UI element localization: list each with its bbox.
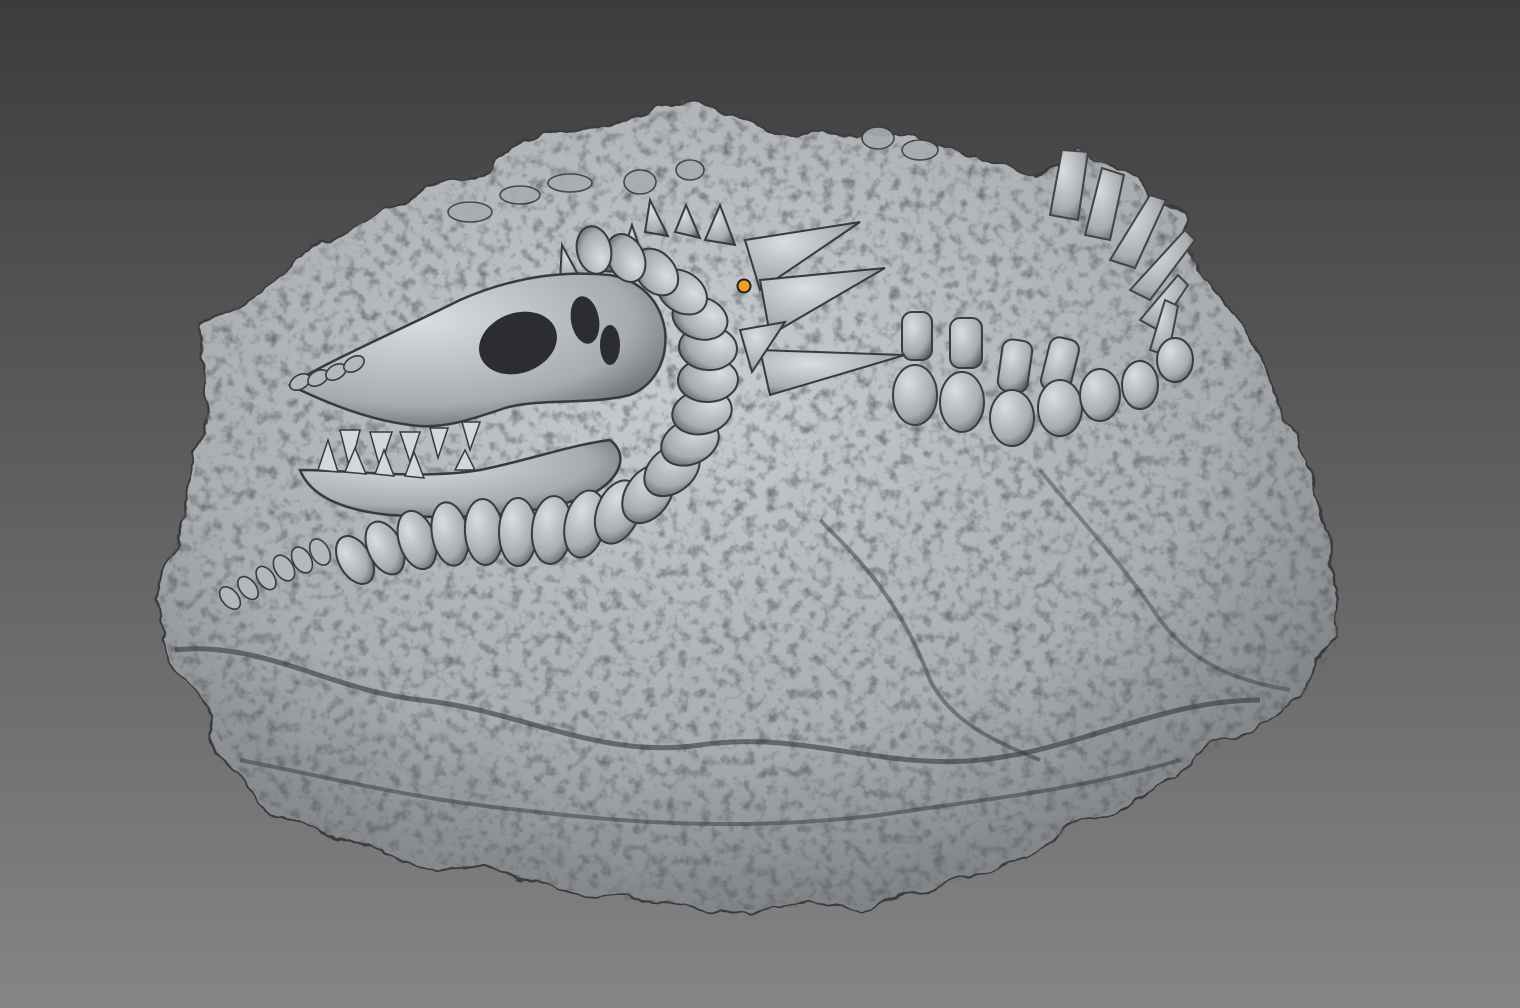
3d-viewport[interactable]: [0, 0, 1520, 1008]
viewport-canvas[interactable]: [0, 0, 1520, 1008]
object-origin-icon[interactable]: [736, 278, 752, 294]
